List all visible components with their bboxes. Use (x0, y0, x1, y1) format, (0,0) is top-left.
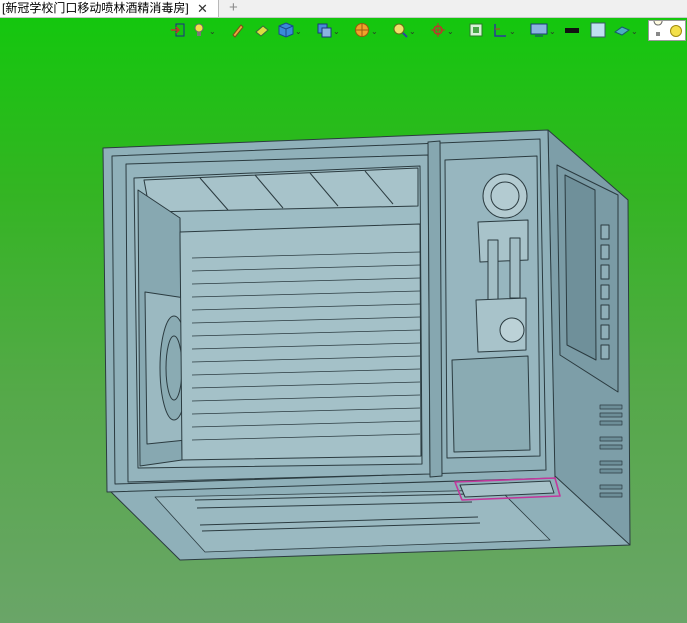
zoom-icon[interactable]: ⌄ (390, 20, 418, 42)
chevron-down-icon[interactable]: ⌄ (333, 27, 340, 36)
chevron-down-icon[interactable]: ⌄ (295, 27, 302, 36)
light-bulb-icon[interactable]: ⌄ (190, 20, 216, 42)
pencil-icon[interactable] (228, 20, 248, 42)
chevron-down-icon[interactable]: ⌄ (371, 27, 378, 36)
color-lightblue-icon[interactable] (588, 20, 608, 42)
floor-plane-icon[interactable]: ⌄ (612, 20, 640, 42)
color-black-icon[interactable] (562, 20, 582, 42)
measure-icon[interactable]: ⌄ (490, 20, 518, 42)
layers-icon[interactable]: ⌄ (314, 20, 342, 42)
cube-view-icon[interactable]: ⌄ (276, 20, 304, 42)
chevron-down-icon[interactable]: ⌄ (209, 27, 216, 36)
display-mode-icon[interactable]: ⌄ (528, 20, 558, 42)
fit-view-icon[interactable] (466, 20, 486, 42)
light-toggle-icon[interactable] (648, 16, 686, 41)
3d-model-disinfection-booth[interactable] (0, 0, 687, 623)
chevron-down-icon[interactable]: ⌄ (447, 27, 454, 36)
exit-sketch-icon[interactable] (168, 20, 188, 42)
chevron-down-icon[interactable]: ⌄ (509, 27, 516, 36)
chevron-down-icon[interactable]: ⌄ (409, 27, 416, 36)
chevron-down-icon[interactable]: ⌄ (549, 27, 556, 36)
rotate-axis-icon[interactable]: ⌄ (428, 20, 456, 42)
section-sphere-icon[interactable]: ⌄ (352, 20, 380, 42)
eraser-icon[interactable] (252, 20, 272, 42)
chevron-down-icon[interactable]: ⌄ (631, 27, 638, 36)
